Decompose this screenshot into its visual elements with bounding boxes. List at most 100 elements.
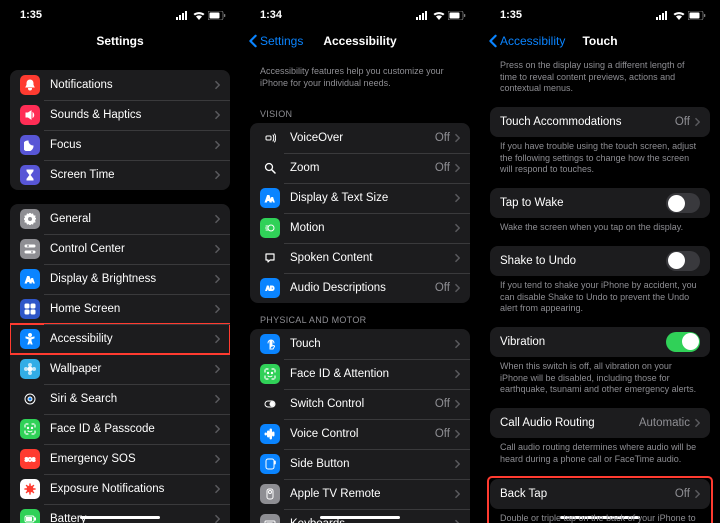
row-home-screen[interactable]: Home Screen bbox=[10, 294, 230, 324]
chevron-right-icon bbox=[454, 369, 460, 379]
chevron-right-icon bbox=[454, 399, 460, 409]
row-siri-search[interactable]: Siri & Search bbox=[10, 384, 230, 414]
row-exposure-notifications[interactable]: Exposure Notifications bbox=[10, 474, 230, 504]
siri-icon bbox=[20, 389, 40, 409]
settings-group: VoiceOverOffZoomOffAADisplay & Text Size… bbox=[250, 123, 470, 303]
row-voiceover[interactable]: VoiceOverOff bbox=[250, 123, 470, 153]
intro-text: Accessibility features help you customiz… bbox=[250, 56, 470, 97]
back-button[interactable]: Settings bbox=[248, 34, 303, 48]
textsize-icon: AA bbox=[260, 188, 280, 208]
signal-icon bbox=[656, 11, 670, 20]
home-indicator[interactable] bbox=[320, 516, 400, 519]
highlighted-section: Back TapOffDouble or triple tap on the b… bbox=[488, 477, 712, 523]
row-back-tap[interactable]: Back TapOff bbox=[490, 479, 710, 509]
settings-group-2: GeneralControl CenterAADisplay & Brightn… bbox=[10, 204, 230, 523]
row-label: Touch bbox=[290, 338, 454, 350]
battery-icon bbox=[208, 11, 226, 20]
row-face-id-attention[interactable]: Face ID & Attention bbox=[250, 359, 470, 389]
phone-touch: 1:35 Accessibility Touch Press on the di… bbox=[480, 0, 720, 523]
row-label: Call Audio Routing bbox=[500, 417, 639, 429]
row-side-button[interactable]: Side Button bbox=[250, 449, 470, 479]
bell-icon bbox=[20, 75, 40, 95]
row-focus[interactable]: Focus bbox=[10, 130, 230, 160]
row-vibration[interactable]: Vibration bbox=[490, 327, 710, 357]
home-indicator[interactable] bbox=[80, 516, 160, 519]
row-touch[interactable]: Touch bbox=[250, 329, 470, 359]
row-motion[interactable]: Motion bbox=[250, 213, 470, 243]
row-switch-control[interactable]: Switch ControlOff bbox=[250, 389, 470, 419]
back-button[interactable]: Accessibility bbox=[488, 34, 565, 48]
row-emergency-sos[interactable]: SOSEmergency SOS bbox=[10, 444, 230, 474]
row-label: Vibration bbox=[500, 336, 666, 348]
toggle-switch[interactable] bbox=[666, 193, 700, 213]
row-tap-to-wake[interactable]: Tap to Wake bbox=[490, 188, 710, 218]
section-note: Call audio routing determines where audi… bbox=[490, 438, 710, 473]
row-spoken-content[interactable]: Spoken Content bbox=[250, 243, 470, 273]
row-zoom[interactable]: ZoomOff bbox=[250, 153, 470, 183]
svg-text:SOS: SOS bbox=[25, 458, 36, 464]
time: 1:35 bbox=[20, 9, 42, 21]
keyboard-icon bbox=[260, 514, 280, 523]
row-label: Face ID & Passcode bbox=[50, 423, 214, 435]
nav-bar: Settings bbox=[0, 26, 240, 56]
row-label: Focus bbox=[50, 139, 214, 151]
toggle-switch[interactable] bbox=[666, 332, 700, 352]
switch-icon bbox=[260, 394, 280, 414]
battery-icon bbox=[448, 11, 466, 20]
chevron-left-icon bbox=[488, 34, 498, 48]
settings-group: Touch AccommodationsOff bbox=[490, 107, 710, 137]
row-notifications[interactable]: Notifications bbox=[10, 70, 230, 100]
chevron-left-icon bbox=[248, 34, 258, 48]
row-wallpaper[interactable]: Wallpaper bbox=[10, 354, 230, 384]
sidebutton-icon bbox=[260, 454, 280, 474]
row-label: Home Screen bbox=[50, 303, 214, 315]
chevron-right-icon bbox=[454, 223, 460, 233]
chevron-right-icon bbox=[694, 117, 700, 127]
chevron-right-icon bbox=[454, 163, 460, 173]
row-audio-descriptions[interactable]: ADAudio DescriptionsOff bbox=[250, 273, 470, 303]
row-voice-control[interactable]: Voice ControlOff bbox=[250, 419, 470, 449]
row-label: Display & Brightness bbox=[50, 273, 214, 285]
row-general[interactable]: General bbox=[10, 204, 230, 234]
row-face-id-passcode[interactable]: Face ID & Passcode bbox=[10, 414, 230, 444]
row-display-text-size[interactable]: AADisplay & Text Size bbox=[250, 183, 470, 213]
row-sounds-haptics[interactable]: Sounds & Haptics bbox=[10, 100, 230, 130]
row-value: Off bbox=[435, 132, 450, 144]
status-bar: 1:34 bbox=[240, 0, 480, 26]
row-apple-tv-remote[interactable]: Apple TV Remote bbox=[250, 479, 470, 509]
row-label: Sounds & Haptics bbox=[50, 109, 214, 121]
row-screen-time[interactable]: Screen Time bbox=[10, 160, 230, 190]
row-battery[interactable]: Battery bbox=[10, 504, 230, 523]
row-touch-accommodations[interactable]: Touch AccommodationsOff bbox=[490, 107, 710, 137]
svg-text:A: A bbox=[30, 279, 35, 285]
speech-icon bbox=[260, 248, 280, 268]
row-control-center[interactable]: Control Center bbox=[10, 234, 230, 264]
switches-icon bbox=[20, 239, 40, 259]
row-label: Accessibility bbox=[50, 333, 214, 345]
flower-icon bbox=[20, 359, 40, 379]
svg-text:A: A bbox=[270, 198, 275, 204]
chevron-right-icon bbox=[694, 489, 700, 499]
section-note: Press on the display using a different l… bbox=[490, 56, 710, 103]
row-shake-to-undo[interactable]: Shake to Undo bbox=[490, 246, 710, 276]
chevron-right-icon bbox=[214, 140, 220, 150]
phone-settings: 1:35 Settings Notifications Sounds & Hapt… bbox=[0, 0, 240, 523]
row-value: Off bbox=[435, 398, 450, 410]
battery-icon bbox=[688, 11, 706, 20]
row-accessibility[interactable]: Accessibility bbox=[10, 324, 230, 354]
moon-icon bbox=[20, 135, 40, 155]
faceid-icon bbox=[260, 364, 280, 384]
row-call-audio-routing[interactable]: Call Audio RoutingAutomatic bbox=[490, 408, 710, 438]
row-label: Audio Descriptions bbox=[290, 282, 435, 294]
toggle-switch[interactable] bbox=[666, 251, 700, 271]
row-display-brightness[interactable]: AADisplay & Brightness bbox=[10, 264, 230, 294]
accessibility-icon bbox=[20, 329, 40, 349]
chevron-right-icon bbox=[454, 519, 460, 523]
hourglass-icon bbox=[20, 165, 40, 185]
chevron-right-icon bbox=[694, 418, 700, 428]
row-value: Off bbox=[675, 488, 690, 500]
row-value: Off bbox=[435, 428, 450, 440]
row-label: Apple TV Remote bbox=[290, 488, 454, 500]
row-value: Automatic bbox=[639, 417, 690, 429]
chevron-right-icon bbox=[214, 364, 220, 374]
